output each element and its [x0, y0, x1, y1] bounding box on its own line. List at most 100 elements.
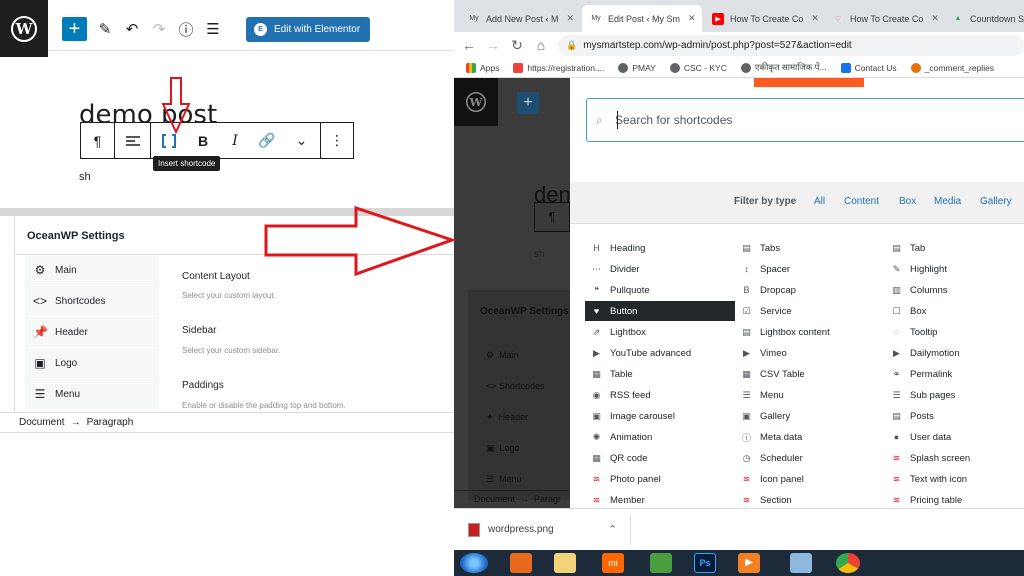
close-icon[interactable]: ✕: [567, 13, 575, 24]
shortcode-item[interactable]: ▤ Tab: [885, 238, 1024, 258]
chevron-down-icon[interactable]: ⌄: [283, 123, 321, 158]
shortcode-item[interactable]: ▦ QR code: [585, 448, 735, 468]
metabox-tab-menu[interactable]: ☰ Menu: [25, 379, 159, 410]
close-icon[interactable]: ✕: [931, 13, 939, 24]
shortcode-item[interactable]: ≋ Section: [735, 490, 875, 508]
close-icon[interactable]: ✕: [811, 13, 819, 24]
shortcode-item[interactable]: ▤ Tabs: [735, 238, 875, 258]
back-icon[interactable]: ←: [460, 36, 478, 54]
folder-icon[interactable]: [554, 553, 576, 573]
shortcode-item[interactable]: ☐ Box: [885, 301, 1024, 321]
pencil-icon[interactable]: ✎: [93, 16, 117, 42]
url-field[interactable]: 🔒 mysmartstep.com/wp-admin/post.php?post…: [558, 35, 1024, 56]
shortcode-item[interactable]: ✎ Highlight: [885, 259, 1024, 279]
undo-icon[interactable]: ↶: [120, 16, 144, 42]
filter-media[interactable]: Media: [934, 196, 961, 207]
shortcode-item[interactable]: H Heading: [585, 238, 735, 258]
app-icon[interactable]: [650, 553, 672, 573]
insert-shortcode-icon[interactable]: [151, 123, 187, 158]
start-icon[interactable]: [460, 553, 488, 573]
add-block-button[interactable]: +: [62, 17, 87, 41]
filter-box[interactable]: Box: [899, 196, 916, 207]
bold-icon[interactable]: B: [187, 123, 219, 158]
shortcode-item[interactable]: ≋ Splash screen: [885, 448, 1024, 468]
shortcode-item[interactable]: ▶ Vimeo: [735, 343, 875, 363]
shortcode-item[interactable]: ▣ Image carousel: [585, 406, 735, 426]
breadcrumb-document[interactable]: Document: [19, 417, 65, 428]
shortcode-item[interactable]: ◷ Scheduler: [735, 448, 875, 468]
list-view-icon[interactable]: ☰: [201, 16, 225, 42]
shortcode-item[interactable]: ▥ Columns: [885, 280, 1024, 300]
shortcode-item[interactable]: ⓘ Meta data: [735, 427, 875, 447]
metabox-tab-main[interactable]: ⚙ Main: [25, 255, 159, 286]
shortcode-item[interactable]: ▦ CSV Table: [735, 364, 875, 384]
shortcode-item[interactable]: ♥ Button: [585, 301, 735, 321]
bookmark-hindi[interactable]: एकीकृत सामाजिक पें...: [740, 62, 827, 73]
shortcode-item[interactable]: ✺ Animation: [585, 427, 735, 447]
bookmark-apps[interactable]: Apps: [466, 62, 499, 73]
shortcode-item[interactable]: ↕ Spacer: [735, 259, 875, 279]
app-icon[interactable]: [510, 553, 532, 573]
browser-tab-active[interactable]: My Edit Post ‹ My Sm ✕: [582, 5, 702, 32]
shortcode-item[interactable]: ☰ Menu: [735, 385, 875, 405]
browser-tab[interactable]: ▲ Countdown S: [944, 5, 1024, 32]
home-icon[interactable]: ⌂: [532, 36, 550, 54]
modal-header-button[interactable]: [754, 78, 864, 87]
paragraph-icon[interactable]: ¶: [81, 123, 115, 158]
reload-icon[interactable]: ↻: [508, 36, 526, 54]
metabox-tab-logo[interactable]: ▣ Logo: [25, 348, 159, 379]
browser-tab[interactable]: My Add New Post ‹ M ✕: [460, 5, 582, 32]
edit-with-elementor-button[interactable]: E Edit with Elementor: [246, 17, 370, 42]
shortcode-search-input[interactable]: ⌕ Search for shortcodes: [586, 98, 1024, 142]
bookmark-registration[interactable]: https://registration....: [513, 62, 604, 73]
filter-all[interactable]: All: [814, 196, 825, 207]
shortcode-item[interactable]: ◉ RSS feed: [585, 385, 735, 405]
shortcode-item[interactable]: ≋ Member: [585, 490, 735, 508]
bookmark-pmay[interactable]: PMAY: [618, 62, 656, 73]
forward-icon[interactable]: →: [484, 36, 502, 54]
shortcode-item[interactable]: ≋ Text with icon: [885, 469, 1024, 489]
browser-tab[interactable]: ▶ How To Create Co ✕: [704, 5, 822, 32]
shortcode-item[interactable]: ▦ Table: [585, 364, 735, 384]
shortcode-item[interactable]: B Dropcap: [735, 280, 875, 300]
chevron-up-icon[interactable]: ⌃: [608, 523, 617, 536]
redo-icon[interactable]: ↷: [147, 16, 171, 42]
shortcode-item[interactable]: ● User data: [885, 427, 1024, 447]
paint-icon[interactable]: [790, 553, 812, 573]
paragraph-block[interactable]: sh: [79, 171, 91, 183]
shortcode-item[interactable]: ≋ Photo panel: [585, 469, 735, 489]
bookmark-comment[interactable]: _comment_replies: [910, 62, 994, 73]
metabox-tab-header[interactable]: 📌 Header: [25, 317, 159, 348]
shortcode-item[interactable]: ▶ Dailymotion: [885, 343, 1024, 363]
filter-gallery[interactable]: Gallery: [980, 196, 1012, 207]
shortcode-item[interactable]: ☑ Service: [735, 301, 875, 321]
shortcode-item[interactable]: ≋ Pricing table: [885, 490, 1024, 508]
shortcode-item[interactable]: ≋ Icon panel: [735, 469, 875, 489]
bookmark-contact[interactable]: Contact Us: [840, 62, 897, 73]
shortcode-item[interactable]: ▤ Posts: [885, 406, 1024, 426]
metabox-tab-shortcodes[interactable]: <> Shortcodes: [25, 286, 159, 317]
photoshop-icon[interactable]: Ps: [694, 553, 716, 573]
media-player-icon[interactable]: ▶: [738, 553, 760, 573]
download-filename[interactable]: wordpress.png: [488, 524, 554, 535]
shortcode-item[interactable]: ☰ Sub pages: [885, 385, 1024, 405]
filter-content[interactable]: Content: [844, 196, 879, 207]
more-options-icon[interactable]: ⋮: [321, 123, 353, 158]
shortcode-item[interactable]: ⇗ Lightbox: [585, 322, 735, 342]
bookmark-csc[interactable]: CSC - KYC: [669, 62, 727, 73]
shortcode-item[interactable]: ▤ Lightbox content: [735, 322, 875, 342]
browser-tab[interactable]: ♡ How To Create Co ✕: [824, 5, 942, 32]
wordpress-logo[interactable]: W: [0, 0, 48, 57]
shortcode-item[interactable]: ⋯ Divider: [585, 259, 735, 279]
shortcode-item[interactable]: ▣ Gallery: [735, 406, 875, 426]
align-icon[interactable]: [115, 123, 151, 158]
info-icon[interactable]: ⓘ: [174, 16, 198, 42]
shortcode-item[interactable]: ◌ Tooltip: [885, 322, 1024, 342]
shortcode-item[interactable]: ❝ Pullquote: [585, 280, 735, 300]
mi-icon[interactable]: mi: [602, 553, 624, 573]
breadcrumb-paragraph[interactable]: Paragraph: [87, 417, 134, 428]
chrome-icon[interactable]: [836, 553, 860, 573]
close-icon[interactable]: ✕: [688, 13, 696, 24]
italic-icon[interactable]: I: [219, 123, 251, 158]
shortcode-item[interactable]: ▶ YouTube advanced: [585, 343, 735, 363]
